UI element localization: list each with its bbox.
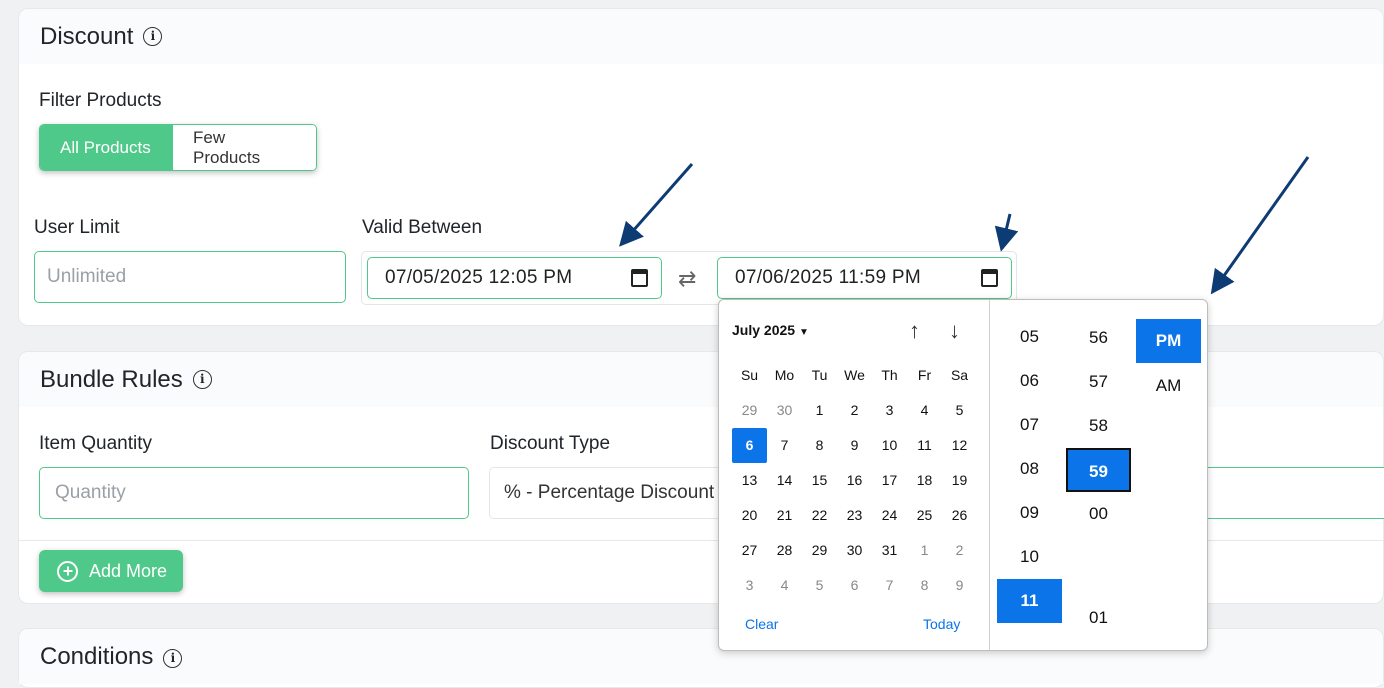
annotation-arrows	[619, 156, 1310, 295]
annotation-arrow	[619, 163, 694, 247]
annotation-arrow	[1210, 156, 1310, 295]
annotation-arrow	[994, 213, 1019, 252]
